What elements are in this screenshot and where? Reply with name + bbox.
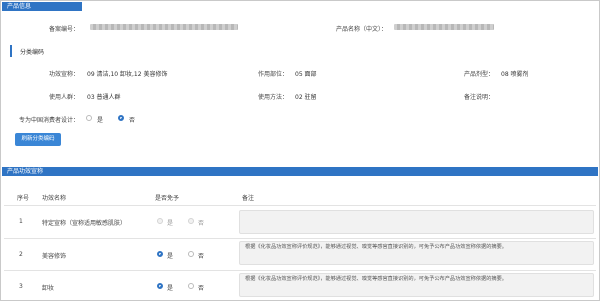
row-3-exempt-no-label: 否	[198, 285, 205, 292]
form-value: 08 喷雾剂	[501, 71, 529, 78]
method-value: 02 驻留	[295, 94, 317, 101]
row-3-no: 3	[19, 283, 23, 290]
row-1-exempt-yes-label: 是	[167, 220, 174, 227]
designed-for-china-label: 专为中国消费者设计：	[19, 117, 80, 124]
location-label: 作用部位：	[258, 71, 289, 78]
row-3-exempt-yes-radio[interactable]	[157, 283, 163, 289]
col-header-name: 功效名称	[42, 195, 67, 202]
row-1-name: 特定宣称（宣称适用敏感肌肤）	[42, 220, 127, 227]
row-2-exempt-yes-label: 是	[167, 253, 174, 260]
row-2-exempt-no-radio[interactable]	[188, 251, 194, 257]
note-label: 备注说明：	[464, 94, 495, 101]
filing-no-redacted	[90, 24, 238, 30]
method-label: 使用方法：	[258, 94, 289, 101]
form-label: 产品剂型：	[464, 71, 495, 78]
row-3-exempt-no-radio[interactable]	[188, 283, 194, 289]
designed-no-radio[interactable]	[118, 115, 124, 121]
row-2-name: 美容修饰	[42, 253, 67, 260]
row-2-no: 2	[19, 251, 23, 258]
classification-accent-bar	[10, 45, 12, 57]
product-info-header: 产品信息	[2, 2, 82, 11]
efficacy-value: 09 清洁,10 卸妆,12 美容修饰	[87, 71, 168, 78]
user-value: 03 普通人群	[87, 94, 121, 101]
row-1-no: 1	[19, 218, 23, 225]
row-2-remark[interactable]: 根据《化妆品功效宣称评价规范》，能够通过视觉、嗅觉等感官直接识别的，可免予公布产…	[239, 241, 594, 265]
table-header-divider	[4, 205, 596, 206]
row-2-divider	[4, 270, 596, 271]
row-1-remark[interactable]	[239, 210, 594, 234]
row-3-exempt-yes-label: 是	[167, 285, 174, 292]
product-name-label: 产品名称（中文）：	[336, 26, 388, 33]
designed-no-label: 否	[129, 117, 136, 124]
row-2-exempt-no-label: 否	[198, 253, 205, 260]
row-3-name: 卸妆	[42, 285, 55, 292]
col-header-exempt: 是否免予	[155, 195, 180, 202]
col-header-remark: 备注	[242, 195, 255, 202]
filing-no-label: 备案编号：	[49, 26, 80, 33]
row-1-divider	[4, 238, 596, 239]
designed-yes-radio[interactable]	[86, 115, 92, 121]
row-3-remark[interactable]: 根据《化妆品功效宣称评价规范》，能够通过视觉、嗅觉等感官直接识别的，可免予公布产…	[239, 273, 594, 297]
row-1-exempt-no-label: 否	[198, 220, 205, 227]
classification-title: 分类编码	[20, 49, 45, 56]
col-header-no: 序号	[17, 195, 30, 202]
designed-yes-label: 是	[97, 117, 104, 124]
efficacy-section-header: 产品功效宣称	[2, 167, 598, 176]
location-value: 05 面部	[295, 71, 317, 78]
row-2-exempt-yes-radio[interactable]	[157, 251, 163, 257]
row-1-exempt-yes-radio[interactable]	[157, 218, 163, 224]
product-name-redacted	[394, 24, 494, 30]
user-label: 使用人群：	[49, 94, 80, 101]
row-1-exempt-no-radio[interactable]	[188, 218, 194, 224]
refresh-classification-button[interactable]: 刷新分类编码	[15, 133, 61, 146]
efficacy-label: 功效宣称：	[49, 71, 80, 78]
